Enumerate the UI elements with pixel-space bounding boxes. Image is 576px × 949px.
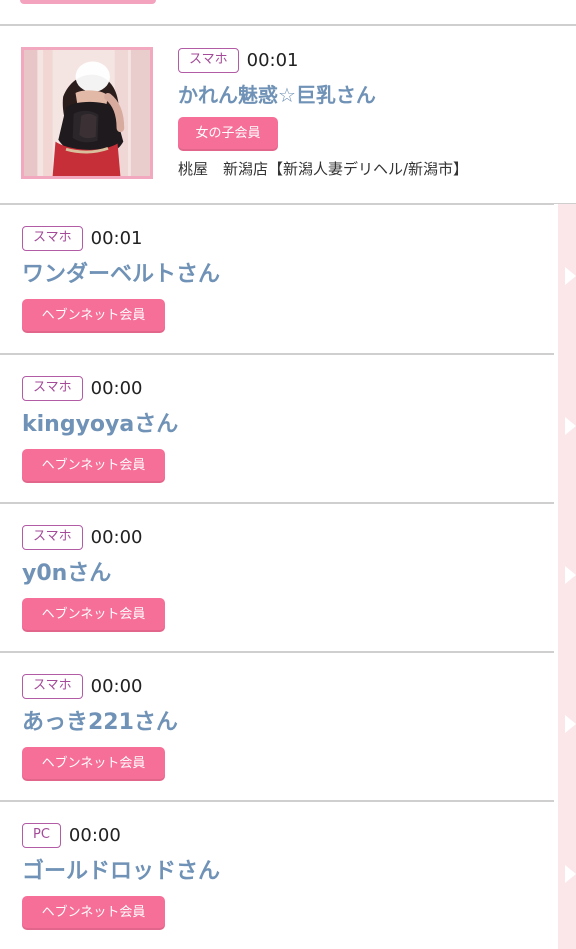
visitor-name-link[interactable]: かれん魅惑☆巨乳さん bbox=[178, 83, 558, 107]
visit-meta-row: スマホ 00:01 bbox=[22, 226, 542, 251]
rail-notch-icon bbox=[565, 865, 576, 883]
device-badge: スマホ bbox=[22, 525, 83, 550]
visitor-card[interactable]: PC 00:00 ゴールドロッドさん ヘブンネット会員 bbox=[0, 802, 554, 949]
visitor-name-link[interactable]: kingyoyaさん bbox=[22, 411, 542, 439]
rail-notch-icon bbox=[565, 417, 576, 435]
device-badge: スマホ bbox=[22, 226, 83, 251]
device-badge: スマホ bbox=[22, 674, 83, 699]
rail-notch-icon bbox=[565, 267, 576, 285]
woman-photo-icon bbox=[24, 50, 150, 176]
visit-time: 00:00 bbox=[68, 825, 121, 846]
visitor-name-link[interactable]: ワンダーベルトさん bbox=[22, 261, 542, 289]
visit-time: 00:00 bbox=[90, 527, 143, 548]
membership-badge: 女の子会員 bbox=[178, 117, 278, 151]
previous-item-fragment bbox=[20, 0, 156, 4]
membership-badge: ヘブンネット会員 bbox=[22, 449, 165, 483]
visitor-card[interactable]: スマホ 00:00 y0nさん ヘブンネット会員 bbox=[0, 504, 554, 653]
shop-name: 桃屋 新潟店【新潟人妻デリヘル/新潟市】 bbox=[178, 160, 469, 178]
rail-notch-icon bbox=[565, 566, 576, 584]
visit-time: 00:00 bbox=[90, 378, 143, 399]
avatar[interactable] bbox=[21, 47, 153, 179]
membership-badge: ヘブンネット会員 bbox=[22, 896, 165, 930]
visitor-name-link[interactable]: あっき221さん bbox=[22, 709, 542, 737]
featured-membership-row: 女の子会員 bbox=[178, 117, 558, 151]
visit-meta-row: PC 00:00 bbox=[22, 823, 542, 848]
featured-meta-row: スマホ 00:01 bbox=[178, 48, 558, 73]
featured-visitor-content: スマホ 00:01 かれん魅惑☆巨乳さん 女の子会員 桃屋 新潟店【新潟人妻デリ… bbox=[178, 48, 558, 179]
visit-meta-row: スマホ 00:00 bbox=[22, 525, 542, 550]
featured-visitor-card[interactable]: スマホ 00:01 かれん魅惑☆巨乳さん 女の子会員 桃屋 新潟店【新潟人妻デリ… bbox=[0, 26, 576, 204]
device-badge: スマホ bbox=[22, 376, 83, 401]
visitor-card[interactable]: スマホ 00:01 ワンダーベルトさん ヘブンネット会員 bbox=[0, 205, 554, 354]
device-badge: スマホ bbox=[178, 48, 239, 73]
visit-time: 00:00 bbox=[90, 676, 143, 697]
visitor-name-link[interactable]: ゴールドロッドさん bbox=[22, 858, 542, 886]
visit-meta-row: スマホ 00:00 bbox=[22, 376, 542, 401]
membership-badge: ヘブンネット会員 bbox=[22, 299, 165, 333]
membership-badge: ヘブンネット会員 bbox=[22, 598, 165, 632]
visitor-name-link[interactable]: y0nさん bbox=[22, 560, 542, 588]
scroll-rail bbox=[554, 204, 576, 949]
visitor-card[interactable]: スマホ 00:00 kingyoyaさん ヘブンネット会員 bbox=[0, 355, 554, 504]
visit-time: 00:01 bbox=[246, 50, 299, 71]
rail-notch-icon bbox=[565, 715, 576, 733]
membership-badge: ヘブンネット会員 bbox=[22, 747, 165, 781]
visit-time: 00:01 bbox=[90, 228, 143, 249]
device-badge: PC bbox=[22, 823, 61, 848]
visitor-card[interactable]: スマホ 00:00 あっき221さん ヘブンネット会員 bbox=[0, 653, 554, 802]
visit-meta-row: スマホ 00:00 bbox=[22, 674, 542, 699]
